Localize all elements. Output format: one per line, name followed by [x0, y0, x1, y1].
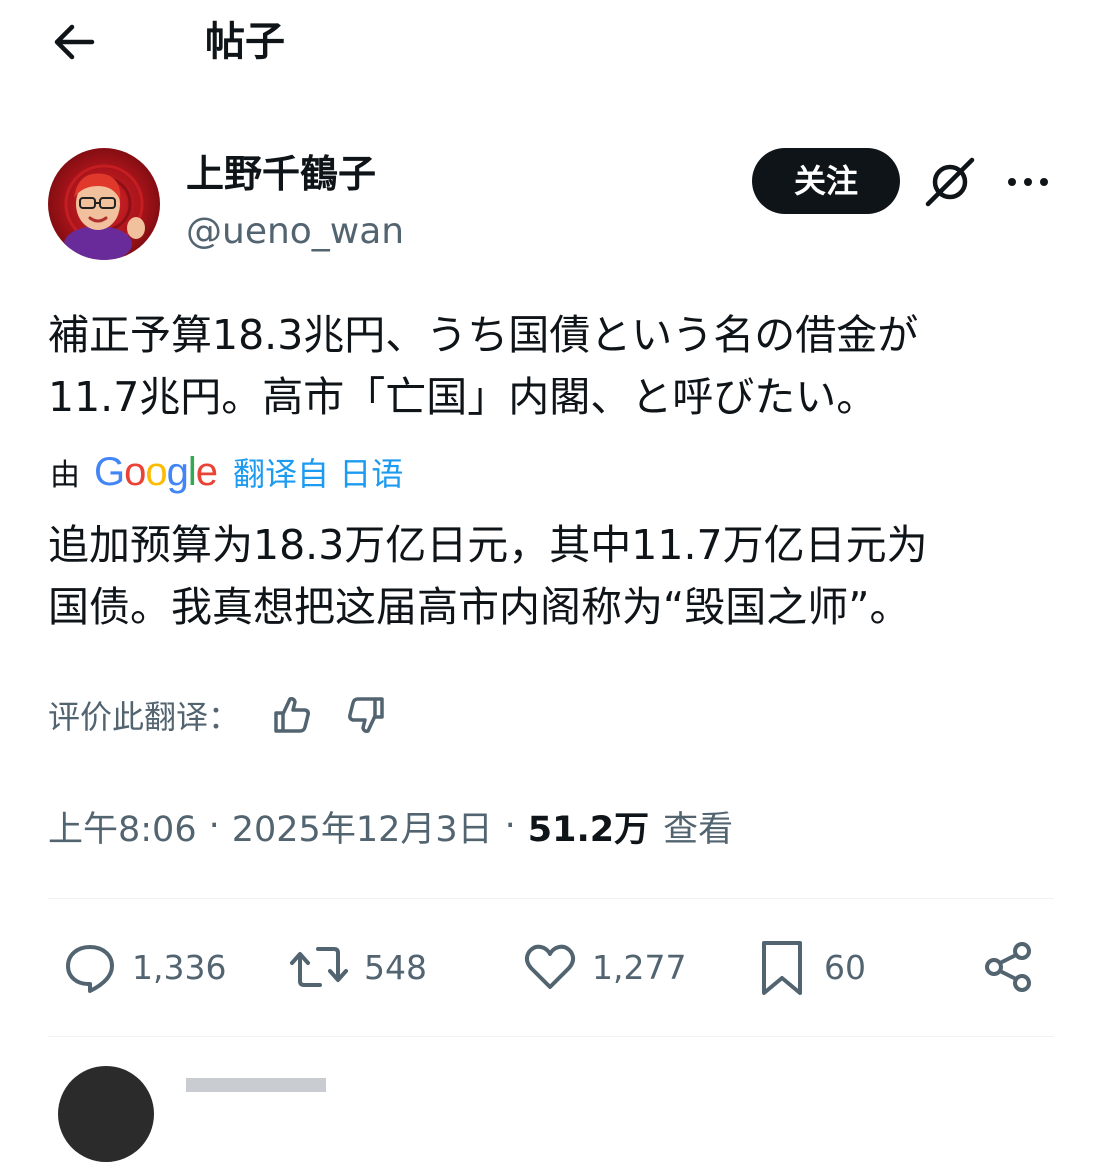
like-button[interactable]: 1,277 [522, 935, 686, 999]
divider [48, 898, 1054, 899]
action-bar: 1,336 548 1,277 60 [48, 935, 1058, 999]
author-display-name[interactable]: 上野千鶴子 [186, 150, 376, 198]
google-logo: Google [94, 449, 218, 494]
meta-separator: · [208, 806, 220, 846]
divider [48, 1036, 1054, 1037]
repost-button[interactable]: 548 [288, 935, 427, 999]
reply-button[interactable]: 1,336 [62, 935, 226, 999]
views-label: 查看 [663, 809, 734, 850]
rate-translation-row: 评价此翻译： [48, 690, 416, 740]
reply-count: 1,336 [132, 947, 227, 987]
page-title: 帖子 [205, 19, 285, 65]
share-icon [985, 942, 1031, 992]
back-button[interactable] [48, 18, 100, 66]
rate-down-button[interactable] [342, 691, 390, 739]
post-date[interactable]: 2025年12月3日 [232, 801, 493, 852]
arrow-left-icon [54, 24, 95, 60]
rate-up-button[interactable] [268, 691, 316, 739]
avatar[interactable] [48, 148, 160, 260]
reply-avatar[interactable] [58, 1066, 154, 1162]
bookmark-button[interactable]: 60 [754, 935, 866, 999]
more-horizontal-icon [1008, 178, 1048, 186]
bookmark-icon [762, 941, 802, 995]
post-meta: 上午8:06 · 2025年12月3日 · 51.2万 查看 [48, 798, 733, 854]
translated-text: 追加预算为18.3万亿日元，其中11.7万亿日元为 国债。我真想把这届高市内阁称… [48, 521, 928, 631]
post-text: 補正予算18.3兆円、うち国債という名の借金が 11.7兆円。高市「亡国」内閣、… [48, 311, 919, 421]
post-time: 上午8:06 [48, 809, 197, 850]
views-count: 51.2万 [527, 809, 650, 850]
repost-count: 548 [364, 947, 427, 987]
grok-icon [925, 157, 975, 207]
reply-icon [66, 945, 114, 993]
like-count: 1,277 [592, 947, 687, 987]
repost-icon [290, 947, 348, 987]
meta-separator: · [504, 806, 516, 846]
heart-icon [524, 944, 576, 989]
bookmark-count: 60 [824, 947, 866, 987]
reply-author-name-placeholder [186, 1070, 326, 1100]
rate-translation-label: 评价此翻译： [48, 698, 241, 736]
thumbs-down-icon [348, 697, 384, 733]
author-handle[interactable]: @ueno_wan [186, 208, 404, 256]
thumbs-up-icon [274, 697, 310, 733]
translation-attribution: 由 Google 翻译自 日语 [50, 448, 403, 496]
avatar-image [48, 148, 160, 260]
translation-by-label: 由 [50, 458, 80, 493]
top-bar: 帖子 [0, 0, 1100, 90]
share-button[interactable] [980, 935, 1036, 999]
follow-button[interactable]: 关注 [752, 148, 900, 214]
grok-button[interactable] [920, 152, 980, 212]
more-button[interactable] [998, 152, 1058, 212]
translation-source-link[interactable]: 翻译自 日语 [233, 449, 403, 495]
